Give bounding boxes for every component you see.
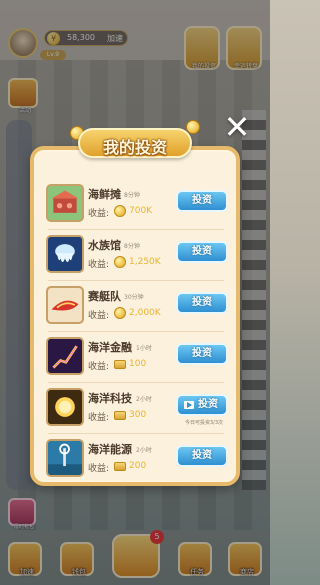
divider — [48, 331, 224, 332]
close-button[interactable]: ✕ — [221, 111, 253, 143]
investment-item-ocean-finance: 海洋金融 1小时 收益: 100 投资 — [44, 335, 232, 379]
invest-button[interactable]: 投资 — [176, 190, 228, 212]
divider — [48, 280, 224, 281]
income-label: 收益: — [88, 209, 110, 219]
divider — [48, 433, 224, 434]
invest-button-label: 投资 — [198, 399, 218, 410]
investment-item-ocean-tech: 海洋科技 2小时 收益: 300 投资 今日可投资3/3次 — [44, 386, 232, 430]
invest-button[interactable]: 投资 — [176, 343, 228, 365]
aquarium-icon — [46, 235, 84, 273]
item-duration: 2小时 — [136, 396, 152, 403]
divider — [48, 382, 224, 383]
invest-button[interactable]: 投资 — [176, 241, 228, 263]
item-name: 海洋科技 — [88, 392, 132, 405]
income-value: 700K — [129, 206, 153, 216]
coin-icon — [114, 256, 126, 268]
video-invest-button[interactable]: 投资 — [176, 394, 228, 416]
invest-button[interactable]: 投资 — [176, 445, 228, 467]
invest-limit-note: 今日可投资3/3次 — [184, 420, 224, 426]
item-name: 赛艇队 — [88, 290, 121, 303]
cash-icon — [114, 411, 126, 420]
income-value: 200 — [129, 461, 147, 471]
cash-icon — [114, 462, 126, 471]
item-duration: 30分钟 — [124, 294, 144, 301]
modal-title: 我的投资 — [102, 138, 167, 157]
item-name: 海鲜摊 — [88, 188, 121, 201]
item-duration: 8分钟 — [124, 192, 140, 199]
item-duration: 1小时 — [136, 345, 152, 352]
investment-item-ocean-energy: 海洋能源 2小时 收益: 200 投资 — [44, 437, 232, 481]
seafood-stall-icon — [46, 184, 84, 222]
income-label: 收益: — [88, 311, 110, 321]
invest-button[interactable]: 投资 — [176, 292, 228, 314]
item-duration: 8分钟 — [124, 243, 140, 250]
investment-item-rowing: 赛艇队 30分钟 收益: 2,000K 投资 — [44, 284, 232, 328]
income-value: 2,000K — [129, 308, 161, 318]
income-label: 收益: — [88, 260, 110, 270]
investment-item-aquarium: 水族馆 8分钟 收益: 1,250K 投资 — [44, 233, 232, 277]
ocean-tech-icon — [46, 388, 84, 426]
item-name: 海洋能源 — [88, 443, 132, 456]
modal-title-banner: 我的投资 — [70, 120, 200, 162]
investment-item-seafood: 海鲜摊 8分钟 收益: 700K 投资 — [44, 182, 232, 226]
income-value: 1,250K — [129, 257, 161, 267]
cash-icon — [114, 360, 126, 369]
income-label: 收益: — [88, 413, 110, 423]
income-label: 收益: — [88, 464, 110, 474]
divider — [48, 229, 224, 230]
income-label: 收益: — [88, 362, 110, 372]
coin-icon — [114, 205, 126, 217]
coin-icon — [114, 307, 126, 319]
item-name: 水族馆 — [88, 239, 121, 252]
racing-boat-icon — [46, 286, 84, 324]
ocean-finance-icon — [46, 337, 84, 375]
ocean-energy-icon — [46, 439, 84, 477]
item-duration: 2小时 — [136, 447, 152, 454]
income-value: 100 — [129, 359, 147, 369]
item-name: 海洋金融 — [88, 341, 132, 354]
coin-decoration-icon — [186, 120, 200, 134]
video-icon — [184, 401, 194, 409]
income-value: 300 — [129, 410, 147, 420]
